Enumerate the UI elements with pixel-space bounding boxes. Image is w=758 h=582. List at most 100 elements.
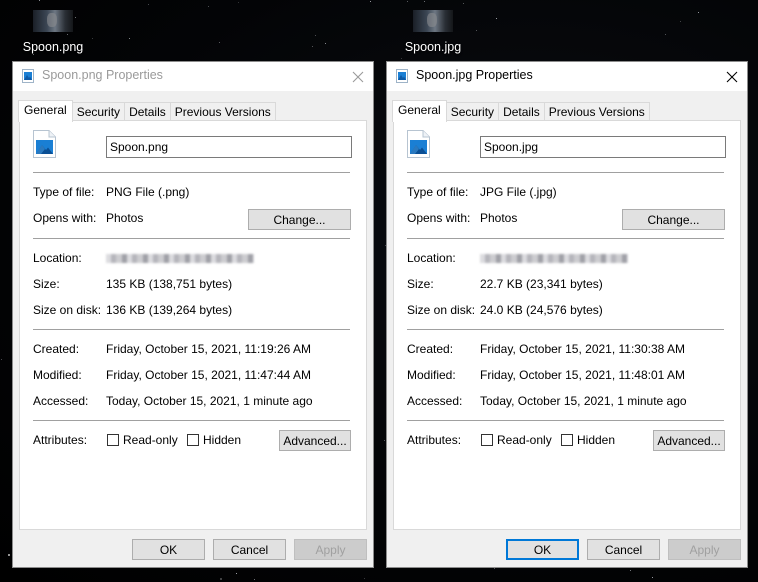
tab-previous-versions[interactable]: Previous Versions xyxy=(169,102,276,121)
type-of-file-value: JPG File (.jpg) xyxy=(480,185,557,199)
opens-with-value: Photos xyxy=(480,211,518,225)
file-name-input[interactable] xyxy=(480,136,726,158)
general-tab-panel: Type of file: PNG File (.png) Opens with… xyxy=(19,120,367,530)
apply-button[interactable]: Apply xyxy=(294,539,367,560)
change-button[interactable]: Change... xyxy=(248,209,351,230)
opens-with-label: Opens with: xyxy=(33,211,97,225)
size-on-disk-value: 24.0 KB (24,576 bytes) xyxy=(480,303,603,317)
cancel-button[interactable]: Cancel xyxy=(213,539,286,560)
star xyxy=(148,4,149,5)
star xyxy=(680,21,681,22)
star xyxy=(364,578,365,579)
star xyxy=(496,18,497,19)
close-button[interactable] xyxy=(717,62,747,91)
title-bar[interactable]: Spoon.jpg Properties xyxy=(387,62,747,91)
star xyxy=(129,38,130,39)
star xyxy=(370,1,371,2)
star xyxy=(698,12,699,13)
cancel-button[interactable]: Cancel xyxy=(587,539,660,560)
star xyxy=(220,578,222,580)
image-file-icon xyxy=(33,130,56,158)
tab-details[interactable]: Details xyxy=(498,102,545,121)
modified-label: Modified: xyxy=(33,368,82,382)
ok-button[interactable]: OK xyxy=(506,539,579,560)
created-label: Created: xyxy=(33,342,80,356)
hidden-label[interactable]: Hidden xyxy=(203,433,241,447)
read-only-checkbox[interactable] xyxy=(107,434,119,446)
tab-security[interactable]: Security xyxy=(445,102,500,121)
star xyxy=(33,54,34,55)
attributes-label: Attributes: xyxy=(33,433,88,447)
size-on-disk-label: Size on disk: xyxy=(33,303,102,317)
star xyxy=(1,359,2,360)
tab-general[interactable]: General xyxy=(392,100,447,122)
file-name-input[interactable] xyxy=(106,136,352,158)
star xyxy=(630,570,631,571)
star xyxy=(384,440,385,441)
opens-with-value: Photos xyxy=(106,211,144,225)
ok-button[interactable]: OK xyxy=(132,539,205,560)
size-on-disk-value: 136 KB (139,264 bytes) xyxy=(106,303,233,317)
separator xyxy=(407,329,724,330)
close-icon xyxy=(352,71,364,82)
modified-value: Friday, October 15, 2021, 11:48:01 AM xyxy=(480,368,686,382)
dialog-title: Spoon.png Properties xyxy=(42,68,163,82)
star xyxy=(8,554,10,556)
size-value: 135 KB (138,751 bytes) xyxy=(106,277,233,291)
properties-dialog-png: Spoon.png Properties General Security De… xyxy=(12,61,374,568)
opens-with-label: Opens with: xyxy=(407,211,471,225)
type-of-file-label: Type of file: xyxy=(407,185,469,199)
read-only-label[interactable]: Read-only xyxy=(123,433,178,447)
tab-security[interactable]: Security xyxy=(71,102,126,121)
created-value: Friday, October 15, 2021, 11:19:26 AM xyxy=(106,342,312,356)
tab-bar: General Security Details Previous Versio… xyxy=(18,100,276,122)
desktop-icon-spoon-png[interactable]: Spoon.png xyxy=(8,8,98,54)
separator xyxy=(407,172,724,173)
image-file-icon xyxy=(407,130,430,158)
accessed-value: Today, October 15, 2021, 1 minute ago xyxy=(480,394,687,408)
modified-value: Friday, October 15, 2021, 11:47:44 AM xyxy=(106,368,312,382)
general-tab-panel: Type of file: JPG File (.jpg) Opens with… xyxy=(393,120,741,530)
desktop-icon-label: Spoon.jpg xyxy=(404,40,462,54)
advanced-button[interactable]: Advanced... xyxy=(279,430,351,451)
change-button[interactable]: Change... xyxy=(622,209,725,230)
separator xyxy=(33,238,350,239)
size-label: Size: xyxy=(33,277,60,291)
size-value: 22.7 KB (23,341 bytes) xyxy=(480,277,603,291)
hidden-label[interactable]: Hidden xyxy=(577,433,615,447)
read-only-label[interactable]: Read-only xyxy=(497,433,552,447)
star xyxy=(39,0,40,1)
star xyxy=(315,35,316,36)
separator xyxy=(33,329,350,330)
properties-dialog-jpg: Spoon.jpg Properties General Security De… xyxy=(386,61,748,568)
title-bar[interactable]: Spoon.png Properties xyxy=(13,62,373,91)
created-value: Friday, October 15, 2021, 11:30:38 AM xyxy=(480,342,686,356)
star xyxy=(236,573,237,574)
hidden-checkbox[interactable] xyxy=(561,434,573,446)
image-file-icon xyxy=(396,69,408,83)
type-of-file-label: Type of file: xyxy=(33,185,95,199)
desktop-icon-label: Spoon.png xyxy=(22,40,84,54)
close-button[interactable] xyxy=(343,62,373,91)
star xyxy=(219,42,220,43)
tab-general[interactable]: General xyxy=(18,100,73,122)
location-value-redacted xyxy=(480,254,628,263)
star xyxy=(238,2,239,3)
apply-button[interactable]: Apply xyxy=(668,539,741,560)
tab-details[interactable]: Details xyxy=(124,102,171,121)
star xyxy=(652,577,653,578)
accessed-value: Today, October 15, 2021, 1 minute ago xyxy=(106,394,313,408)
desktop-icon-spoon-jpg[interactable]: Spoon.jpg xyxy=(388,8,478,54)
read-only-checkbox[interactable] xyxy=(481,434,493,446)
modified-label: Modified: xyxy=(407,368,456,382)
star xyxy=(325,43,326,44)
tab-previous-versions[interactable]: Previous Versions xyxy=(543,102,650,121)
size-on-disk-label: Size on disk: xyxy=(407,303,476,317)
image-thumbnail-icon xyxy=(33,10,73,32)
advanced-button[interactable]: Advanced... xyxy=(653,430,725,451)
image-thumbnail-icon xyxy=(413,10,453,32)
hidden-checkbox[interactable] xyxy=(187,434,199,446)
star xyxy=(463,3,464,4)
star xyxy=(254,579,255,580)
star xyxy=(424,1,425,2)
